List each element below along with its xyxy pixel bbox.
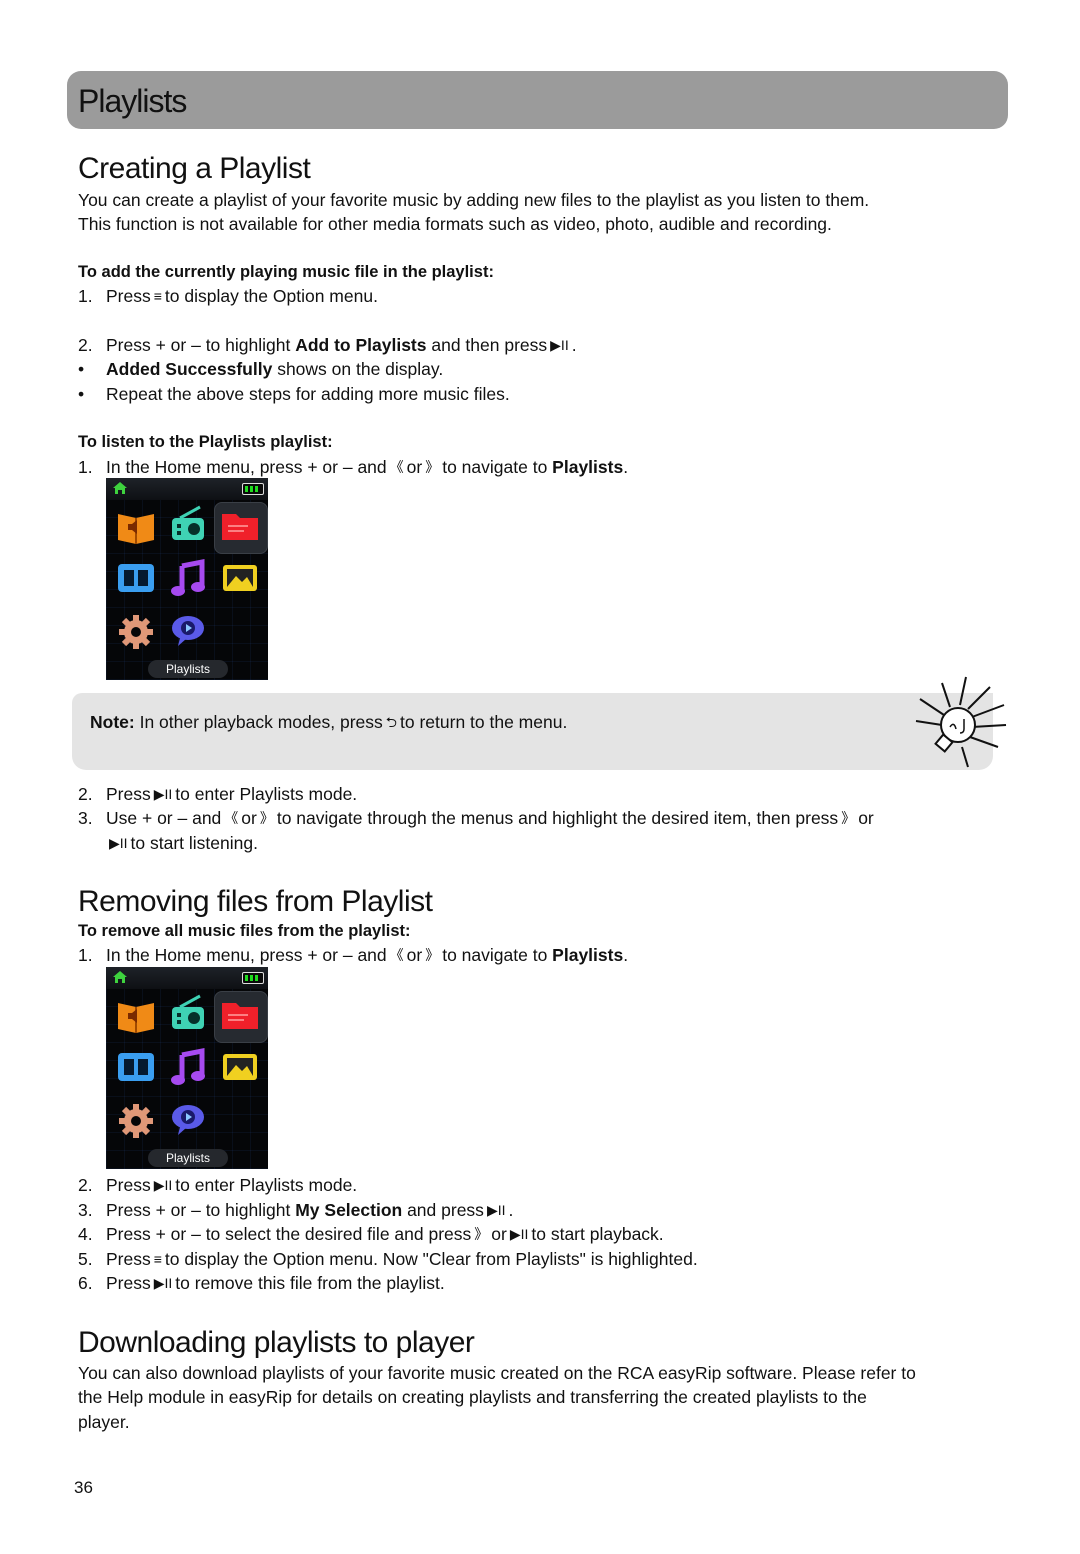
next-icon: 》 (841, 810, 856, 826)
menu-icon: ≡ (153, 288, 162, 304)
remove-step-1: 1. In the Home menu, press + or – and 《 or 》… (78, 945, 629, 965)
heading-creating-playlist: Creating a Playlist (78, 152, 311, 185)
subheading-listen: To listen to the Playlists playlist: (78, 433, 333, 451)
next-icon: 》 (425, 459, 440, 475)
note-label: Note: (90, 712, 135, 732)
play-pause-icon: ▶II (509, 1226, 529, 1242)
next-icon: 》 (425, 947, 440, 963)
folder-icon (222, 1003, 258, 1029)
status-bar (106, 478, 268, 500)
video-icon (118, 1053, 154, 1081)
add-step-1: 1. Press ≡ to display the Option menu. (78, 286, 378, 306)
note-text: Note: In other playback modes, press ⮌ to … (90, 712, 567, 736)
add-to-playlists-label: Add to Playlists (295, 335, 427, 355)
prev-icon: 《 (224, 810, 239, 826)
subheading-remove-all: To remove all music files from the playl… (78, 922, 411, 940)
audiobook-icon (118, 514, 154, 544)
play-pause-icon: ▶II (153, 1275, 173, 1291)
audiobook-icon (118, 1003, 154, 1033)
add-step-2: 2. Press + or – to highlight Add to Playl… (78, 335, 577, 355)
listen-step-3: 3. Use + or – and 《 or 》 to navigate through … (78, 808, 874, 828)
bullet-repeat: • Repeat the above steps for adding more … (78, 384, 510, 404)
subheading-add-file: To add the currently playing music file … (78, 263, 494, 281)
play-pause-icon: ▶II (486, 1202, 506, 1218)
bullet-icon: • (78, 359, 85, 379)
video-icon (118, 564, 154, 592)
prev-icon: 《 (389, 947, 404, 963)
play-pause-icon: ▶II (109, 835, 128, 851)
bullet-added-successfully: • Added Successfully shows on the display… (78, 359, 444, 379)
downloading-line-3: player. (78, 1412, 130, 1432)
listen-step-3-cont: ▶II to start listening. (109, 833, 258, 853)
next-icon: 》 (259, 810, 274, 826)
battery-icon (242, 972, 264, 984)
play-pause-icon: ▶II (153, 786, 173, 802)
intro-line-1: You can create a playlist of your favori… (78, 190, 870, 210)
listen-step-1: 1. In the Home menu, press + or – and 《 or 》… (78, 457, 629, 477)
folder-icon (222, 514, 258, 540)
home-icon (113, 971, 127, 983)
listen-step-2: 2. Press ▶II to enter Playlists mode. (78, 784, 358, 804)
settings-icon (119, 1104, 153, 1138)
play-pause-icon: ▶II (153, 1177, 173, 1193)
music-icon (171, 1047, 205, 1085)
note-box: Note: In other playback modes, press ⮌ to … (72, 693, 993, 770)
section-banner: Playlists (67, 71, 1008, 129)
device-home-screen: Playlists (106, 967, 268, 1169)
heading-downloading: Downloading playlists to player (78, 1326, 475, 1359)
heading-removing: Removing files from Playlist (78, 885, 433, 918)
intro-line-2: This function is not available for other… (78, 214, 832, 234)
back-icon: ⮌ (385, 714, 397, 730)
play-pause-icon: ▶II (550, 337, 569, 353)
screen-label: Playlists (148, 1149, 228, 1167)
bullet-icon: • (78, 384, 85, 404)
settings-icon (119, 615, 153, 649)
step-number: 1. (78, 286, 93, 306)
radio-icon (172, 505, 204, 540)
screen-label: Playlists (148, 660, 228, 678)
remove-step-4: 4. Press + or – to select the desired fil… (78, 1224, 664, 1244)
radio-icon (172, 994, 204, 1029)
status-bar (106, 967, 268, 989)
music-icon (171, 558, 205, 596)
next-icon: 》 (474, 1226, 489, 1242)
remove-step-5: 5. Press ≡ to display the Option menu. Now … (78, 1249, 698, 1269)
home-icon (113, 482, 127, 494)
playlist-play-icon (172, 1105, 204, 1135)
remove-step-2: 2. Press ▶II to enter Playlists mode. (78, 1175, 358, 1195)
photo-icon (223, 1054, 257, 1080)
remove-step-3: 3. Press + or – to highlight My Selection… (78, 1200, 514, 1220)
menu-icon: ≡ (153, 1251, 162, 1267)
lightbulb-tip-icon (915, 676, 1007, 768)
battery-icon (242, 483, 264, 495)
device-home-screen: Playlists (106, 478, 268, 680)
downloading-line-1: You can also download playlists of your … (78, 1363, 916, 1383)
prev-icon: 《 (389, 459, 404, 475)
downloading-line-2: the Help module in easyRip for details o… (78, 1387, 867, 1407)
playlist-play-icon (172, 616, 204, 646)
banner-title: Playlists (78, 83, 187, 119)
page-number: 36 (74, 1478, 93, 1497)
remove-step-6: 6. Press ▶II to remove this file from the p… (78, 1273, 445, 1293)
photo-icon (223, 565, 257, 591)
